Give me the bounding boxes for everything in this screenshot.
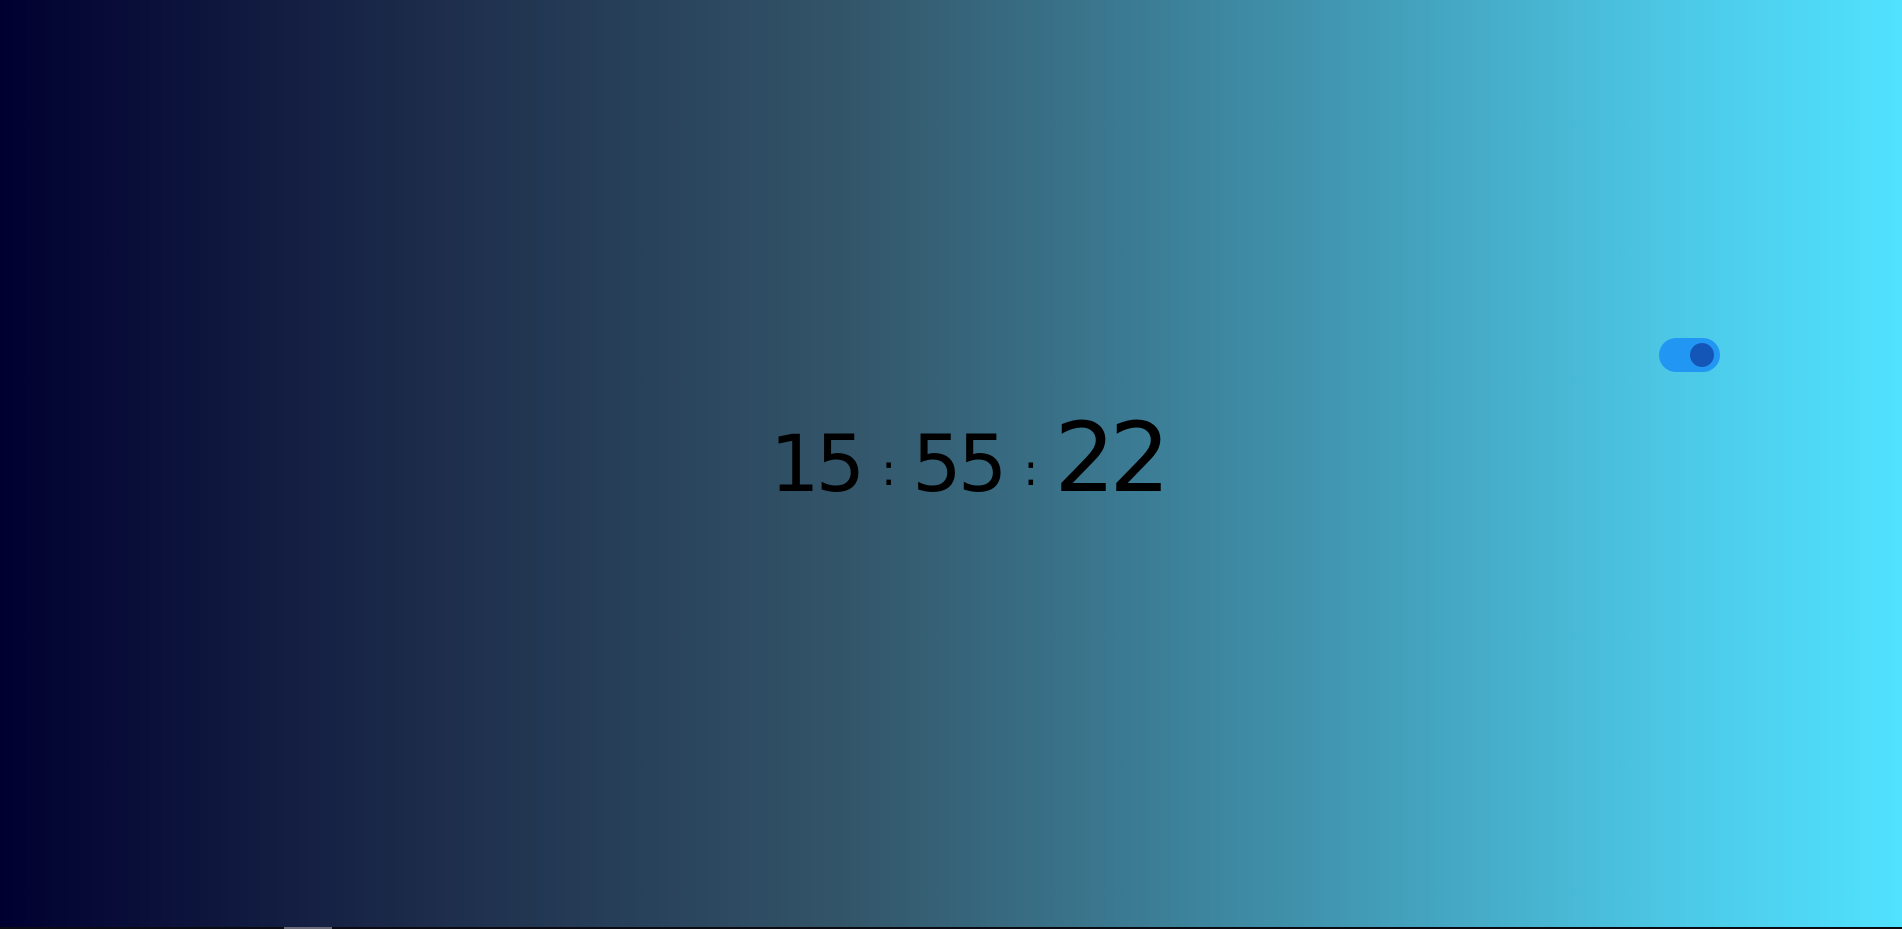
toggle-knob[interactable]	[1690, 343, 1714, 367]
clock-minutes: 55	[912, 420, 1007, 510]
clock-seconds: 22	[1054, 402, 1170, 514]
digital-clock: 15 : 55 : 22	[770, 402, 1170, 514]
clock-separator: :	[881, 445, 897, 496]
gradient-background: 15 : 55 : 22	[0, 0, 1902, 929]
theme-toggle-switch[interactable]	[1659, 338, 1720, 372]
clock-hours: 15	[770, 420, 865, 510]
clock-separator: :	[1023, 445, 1039, 496]
